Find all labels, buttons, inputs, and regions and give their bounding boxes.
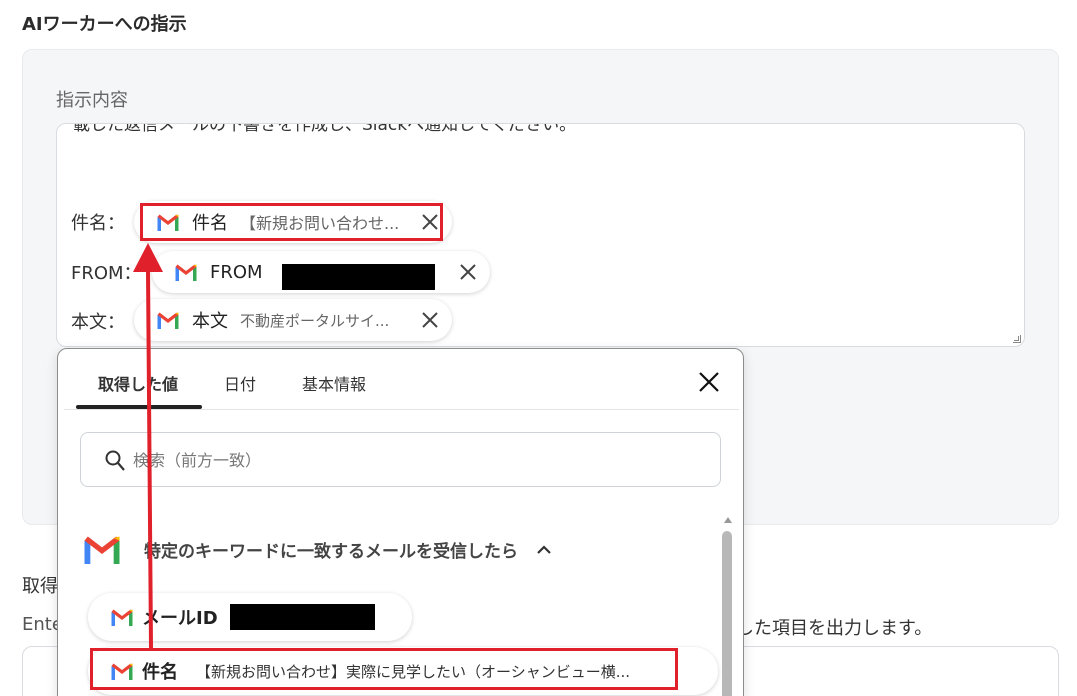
chip-value: 不動産ポータルサイ... <box>240 311 390 330</box>
output-section-label: 取得 <box>22 576 58 597</box>
redacted-mail-id <box>230 604 375 630</box>
item-name: メールID <box>142 608 218 629</box>
trigger-group-header[interactable]: 特定のキーワードに一致するメールを受信したら <box>82 533 552 565</box>
chip-name: FROM <box>210 261 263 283</box>
highlight-box-subject-item <box>90 648 678 690</box>
scrollbar-thumb[interactable] <box>722 531 732 696</box>
instruction-field-label: 指示内容 <box>56 90 128 111</box>
search-input[interactable] <box>133 445 693 475</box>
search-icon <box>105 450 125 471</box>
tab-date[interactable]: 日付 <box>224 371 256 395</box>
gmail-icon <box>157 312 179 329</box>
remove-chip-icon[interactable] <box>420 310 440 330</box>
redacted-from-value <box>282 264 435 290</box>
chip-name: 本文 <box>192 311 228 332</box>
subject-line-label: 件名： <box>71 213 125 234</box>
gmail-icon <box>84 536 120 564</box>
remove-chip-icon[interactable] <box>458 262 478 282</box>
highlight-box-subject-chip <box>140 203 443 241</box>
tab-basic-info[interactable]: 基本情報 <box>302 371 366 395</box>
chevron-up-icon[interactable] <box>536 544 552 554</box>
scroll-up-arrow[interactable] <box>724 517 732 523</box>
gmail-icon <box>111 609 133 626</box>
trigger-group-title: 特定のキーワードに一致するメールを受信したら <box>144 541 518 562</box>
from-line-label: FROM： <box>71 263 142 284</box>
gmail-icon <box>175 264 197 281</box>
body-variable-chip[interactable]: 本文 不動産ポータルサイ... <box>134 299 452 341</box>
close-icon[interactable] <box>698 371 720 393</box>
search-box[interactable] <box>80 432 721 487</box>
resize-handle[interactable] <box>1013 335 1021 343</box>
output-description-right: した項目を出力します。 <box>736 618 933 639</box>
tab-fetched-values[interactable]: 取得した値 <box>98 371 178 395</box>
section-title: AIワーカーへの指示 <box>22 14 187 35</box>
body-line-label: 本文： <box>71 312 125 333</box>
instruction-text-line: 載した返信メールの下書きを作成し、Slackへ通知してください。 <box>73 123 577 135</box>
variable-picker-dropdown: 取得した値 日付 基本情報 特定のキーワードに一致するメールを受信したら メール… <box>57 348 744 696</box>
tab-divider <box>64 409 739 410</box>
